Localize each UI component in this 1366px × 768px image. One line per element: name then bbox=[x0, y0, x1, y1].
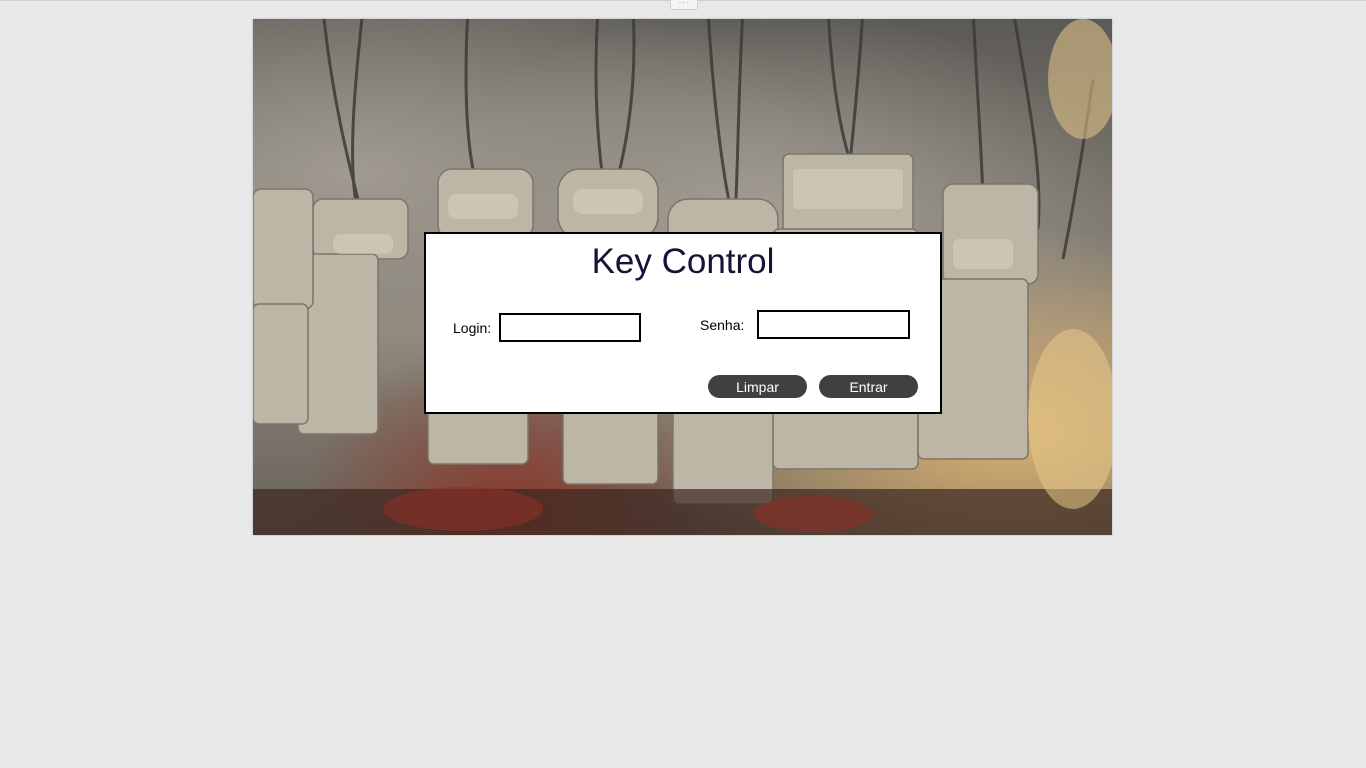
page-title: Key Control bbox=[591, 242, 775, 281]
top-handle-icon[interactable]: ··· bbox=[670, 0, 698, 10]
login-panel: Key Control Login: Senha: Limpar Entrar bbox=[424, 232, 942, 414]
login-input[interactable] bbox=[499, 313, 641, 342]
senha-label: Senha: bbox=[700, 317, 745, 333]
clear-button[interactable]: Limpar bbox=[708, 375, 807, 398]
login-label: Login: bbox=[453, 320, 492, 336]
submit-button[interactable]: Entrar bbox=[819, 375, 918, 398]
senha-input[interactable] bbox=[757, 310, 910, 339]
